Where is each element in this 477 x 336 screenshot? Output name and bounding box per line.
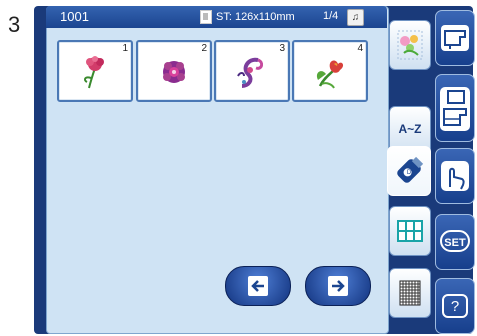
- title-bar: 1001 ST: 126x110mm 1/4 ♫: [46, 6, 387, 28]
- embroidery-machine-icon: [440, 87, 470, 131]
- flower-design-icon: [397, 30, 423, 60]
- arrow-right-icon: [328, 276, 348, 296]
- file-icon: [200, 10, 212, 24]
- design-button-2[interactable]: 2: [136, 40, 212, 102]
- sound-icon[interactable]: ♫: [347, 9, 364, 26]
- svg-text:D: D: [407, 170, 412, 176]
- design-number-label: 4: [357, 43, 363, 54]
- usb-stick-icon: D: [397, 156, 424, 183]
- stitch-area-info: ST: 126x110mm: [200, 10, 295, 24]
- grid-icon: [397, 220, 423, 242]
- design-button-4[interactable]: 4: [292, 40, 368, 102]
- design-button-3[interactable]: 3: [214, 40, 290, 102]
- help-icon: ?: [442, 294, 468, 318]
- tulip-icon: [316, 60, 344, 89]
- design-number-label: 3: [279, 43, 285, 54]
- stitch-area-label: ST: 126x110mm: [216, 11, 295, 23]
- settings-button[interactable]: SET: [435, 214, 475, 270]
- built-in-designs-tab[interactable]: [389, 20, 431, 70]
- page-indicator: 1/4: [323, 10, 339, 22]
- machine-mode-button[interactable]: [435, 10, 475, 66]
- arrow-left-icon: [248, 276, 268, 296]
- set-label: SET: [440, 230, 470, 252]
- edit-mode-button[interactable]: [435, 148, 475, 204]
- design-number-label: 2: [201, 43, 207, 54]
- stitch-pattern-tab[interactable]: [389, 268, 431, 318]
- previous-page-button[interactable]: [225, 266, 291, 306]
- design-button-1[interactable]: 1: [57, 40, 133, 102]
- embroidery-mode-button[interactable]: [435, 74, 475, 142]
- design-number-label: 1: [122, 43, 128, 54]
- step-number: 3: [8, 12, 21, 37]
- carnation-icon: [83, 56, 104, 89]
- next-page-button[interactable]: [305, 266, 371, 306]
- alphabet-tab-label: A~Z: [398, 122, 422, 136]
- purple-flower-icon: [163, 61, 185, 83]
- usb-designs-tab[interactable]: D: [387, 146, 431, 196]
- grid-view-tab[interactable]: [389, 206, 431, 256]
- sewing-machine-icon: [441, 25, 469, 51]
- paisley-icon: [237, 57, 264, 88]
- help-button[interactable]: ?: [435, 278, 475, 334]
- design-number: 1001: [60, 9, 89, 24]
- pattern-grid-icon: [399, 280, 421, 306]
- hand-pointer-icon: [441, 161, 469, 191]
